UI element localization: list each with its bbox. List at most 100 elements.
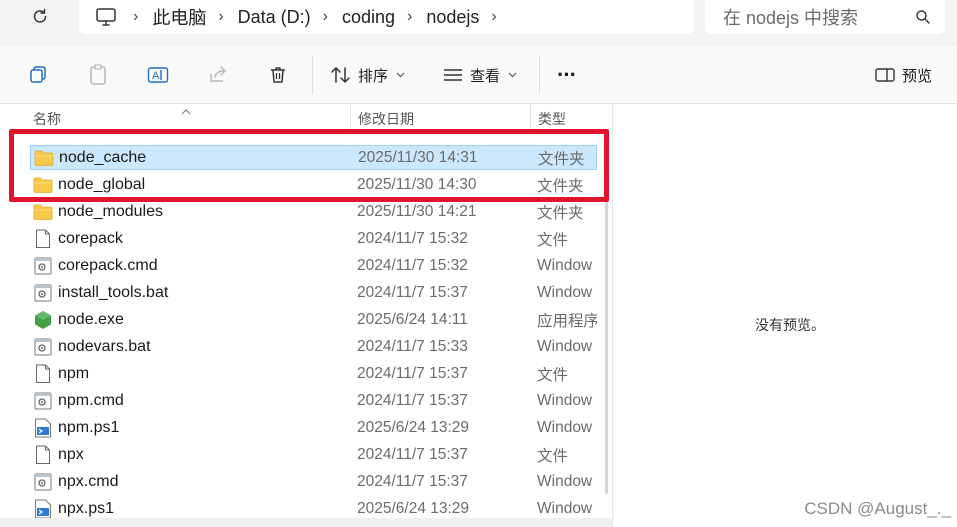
breadcrumb-coding[interactable]: coding [342, 7, 395, 28]
file-type: Window [537, 283, 593, 301]
file-modified-date: 2024/11/7 15:37 [357, 364, 468, 382]
file-modified-date: 2024/11/7 15:37 [357, 391, 468, 409]
breadcrumb-chevron-icon[interactable]: › [218, 8, 223, 26]
file-name: node.exe [58, 310, 124, 328]
search-icon[interactable] [911, 5, 935, 29]
preview-pane-button[interactable]: 预览 [874, 62, 932, 88]
file-name: npx.ps1 [58, 499, 115, 517]
file-row[interactable]: npm 2024/11/7 15:37 文件 [30, 361, 597, 386]
view-button[interactable]: 查看 [442, 62, 517, 88]
breadcrumb-data-drive[interactable]: Data (D:) [238, 7, 311, 28]
file-row[interactable]: npm.ps1 2025/6/24 13:29 Window [30, 415, 597, 440]
search-placeholder: 在 nodejs 中搜索 [723, 8, 859, 28]
refresh-button[interactable] [22, 3, 58, 31]
rename-icon[interactable]: A [145, 62, 171, 88]
file-type: Window [537, 472, 593, 490]
share-icon[interactable] [205, 62, 231, 88]
file-type: Window [537, 499, 593, 517]
address-row: › 此电脑 › Data (D:) › coding › nodejs › 在 … [0, 0, 957, 46]
file-row[interactable]: node.exe 2025/6/24 14:11 应用程序 [30, 307, 597, 332]
folder-icon [33, 202, 53, 222]
file-name: corepack.cmd [58, 256, 158, 274]
file-type: Window [537, 391, 593, 409]
file-type: 应用程序 [537, 312, 597, 330]
breadcrumb-nodejs[interactable]: nodejs [426, 7, 479, 28]
breadcrumb-chevron-icon[interactable]: › [407, 8, 412, 26]
preview-label: 预览 [902, 67, 933, 85]
file-name: npm.cmd [58, 391, 124, 409]
file-modified-date: 2024/11/7 15:32 [357, 229, 468, 247]
file-modified-date: 2024/11/7 15:37 [357, 472, 468, 490]
copy-icon[interactable] [25, 62, 51, 88]
file-name: npx [58, 445, 84, 463]
script-icon [33, 283, 53, 303]
file-row[interactable]: install_tools.bat 2024/11/7 15:37 Window [30, 280, 597, 305]
annotation-highlight-box [9, 129, 609, 202]
this-pc-icon[interactable] [91, 2, 121, 32]
file-type: 文件 [537, 231, 569, 249]
file-modified-date: 2024/11/7 15:32 [357, 256, 468, 274]
powershell-icon [33, 418, 53, 438]
file-row[interactable]: corepack.cmd 2024/11/7 15:32 Window [30, 253, 597, 278]
toolbar-divider [312, 56, 313, 94]
file-name: npm [58, 364, 90, 382]
chevron-down-icon [508, 72, 517, 78]
more-options-button[interactable]: ··· [557, 62, 577, 88]
script-icon [33, 256, 53, 276]
delete-icon[interactable] [265, 62, 291, 88]
file-type: 文件 [537, 366, 569, 384]
breadcrumb-this-pc[interactable]: 此电脑 [152, 4, 206, 30]
file-modified-date: 2024/11/7 15:37 [357, 445, 468, 463]
file-explorer-window: › 此电脑 › Data (D:) › coding › nodejs › 在 … [0, 0, 957, 527]
preview-pane: 没有预览。 [612, 104, 957, 527]
no-preview-text: 没有预览。 [755, 317, 825, 333]
file-modified-date: 2024/11/7 15:37 [357, 283, 468, 301]
script-icon [33, 337, 53, 357]
horizontal-scrollbar[interactable] [0, 518, 612, 527]
file-icon [33, 364, 53, 384]
sort-label: 排序 [358, 67, 389, 85]
file-modified-date: 2025/6/24 13:29 [357, 499, 470, 517]
file-icon [33, 445, 53, 465]
search-input[interactable]: 在 nodejs 中搜索 [705, 0, 945, 34]
sort-button[interactable]: 排序 [330, 62, 405, 88]
paste-icon[interactable] [85, 62, 111, 88]
file-type: 文件 [537, 447, 569, 465]
file-row[interactable]: node_modules 2025/11/30 14:21 文件夹 [30, 199, 597, 224]
sort-ascending-icon [181, 102, 191, 120]
breadcrumb-chevron-icon[interactable]: › [491, 8, 496, 26]
refresh-icon [33, 8, 47, 23]
node-exe-icon [33, 310, 53, 330]
view-label: 查看 [470, 67, 501, 85]
file-type: Window [537, 256, 593, 274]
breadcrumb-chevron-icon[interactable]: › [133, 8, 138, 26]
file-row[interactable]: npm.cmd 2024/11/7 15:37 Window [30, 388, 597, 413]
file-row[interactable]: npx 2024/11/7 15:37 文件 [30, 442, 597, 467]
file-modified-date: 2025/6/24 14:11 [357, 310, 468, 328]
watermark: CSDN @August_._ [804, 499, 951, 518]
file-type: Window [537, 337, 593, 355]
file-row[interactable]: corepack 2024/11/7 15:32 文件 [30, 226, 597, 251]
preview-pane-icon [875, 68, 895, 82]
file-modified-date: 2024/11/7 15:33 [357, 337, 468, 355]
file-type: 文件夹 [537, 204, 584, 222]
view-icon [444, 69, 462, 81]
address-bar[interactable]: › 此电脑 › Data (D:) › coding › nodejs › [79, 0, 693, 34]
command-bar: A 排序 查看 ··· 预览 [0, 46, 957, 104]
chevron-down-icon [396, 72, 405, 78]
file-icon [33, 229, 53, 249]
file-modified-date: 2025/6/24 13:29 [357, 418, 470, 436]
file-name: npm.ps1 [58, 418, 120, 436]
file-name: corepack [58, 229, 123, 247]
sort-icon [331, 67, 350, 83]
file-type: Window [537, 418, 593, 436]
file-row[interactable]: nodevars.bat 2024/11/7 15:33 Window [30, 334, 597, 359]
script-icon [33, 472, 53, 492]
file-name: install_tools.bat [58, 283, 169, 301]
file-modified-date: 2025/11/30 14:21 [357, 202, 477, 220]
breadcrumb-chevron-icon[interactable]: › [323, 8, 328, 26]
file-name: npx.cmd [58, 472, 119, 490]
svg-text:A: A [152, 70, 160, 82]
file-name: nodevars.bat [58, 337, 151, 355]
file-row[interactable]: npx.cmd 2024/11/7 15:37 Window [30, 469, 597, 494]
